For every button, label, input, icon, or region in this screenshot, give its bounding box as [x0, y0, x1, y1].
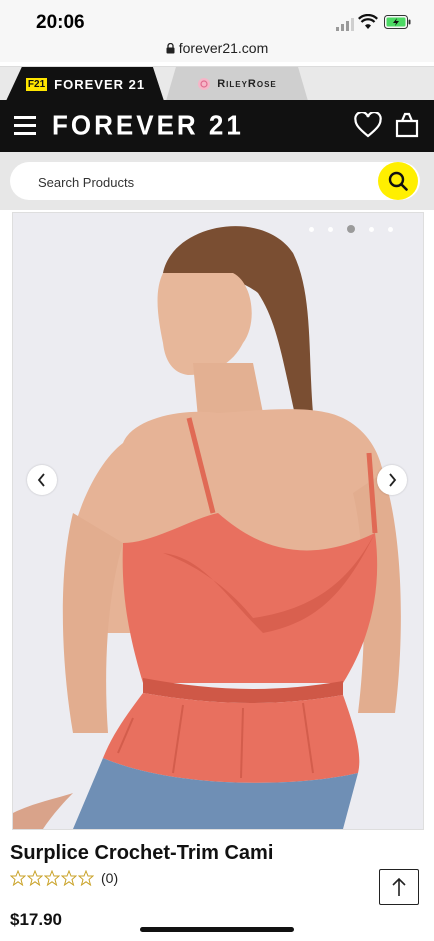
carousel-dot[interactable] [328, 226, 333, 232]
product-rating[interactable]: (0) [10, 870, 118, 886]
carousel-dot[interactable] [369, 226, 374, 232]
rating-count: (0) [101, 870, 119, 886]
search-button[interactable] [378, 162, 418, 200]
carousel-dot[interactable] [388, 226, 393, 232]
site-header: FOREVER 21 [0, 100, 434, 152]
chevron-left-icon [37, 473, 45, 487]
brand-tabs: F21 FOREVER 21 RileyRose [0, 66, 434, 101]
status-bar: 20:06 forever21.com [0, 0, 434, 62]
carousel-dot-active[interactable] [347, 225, 355, 233]
rose-icon [198, 78, 211, 90]
tab-rileyrose-label: RileyRose [217, 78, 277, 90]
product-image[interactable] [12, 212, 424, 830]
chevron-right-icon [389, 473, 397, 487]
star-icon [78, 870, 94, 886]
search-input[interactable] [36, 162, 370, 202]
site-logo[interactable]: FOREVER 21 [52, 109, 244, 142]
product-photo [13, 213, 423, 829]
previous-image-button[interactable] [27, 465, 57, 495]
next-image-button[interactable] [377, 465, 407, 495]
tab-forever21[interactable]: F21 FOREVER 21 [6, 67, 164, 101]
signal-icon [336, 18, 354, 31]
product-name: Surplice Crochet-Trim Cami [10, 842, 274, 864]
lock-icon [166, 43, 175, 54]
f21-badge: F21 [24, 76, 49, 92]
carousel-dot[interactable] [309, 226, 314, 232]
search-box [10, 162, 420, 202]
home-indicator [140, 927, 294, 932]
status-time: 20:06 [36, 12, 85, 33]
star-icon [61, 870, 77, 886]
tab-forever21-label: FOREVER 21 [54, 76, 146, 92]
star-icon [10, 870, 26, 886]
star-icon [44, 870, 60, 886]
search-icon [388, 171, 408, 191]
battery-icon [384, 15, 411, 29]
wifi-icon [358, 14, 378, 29]
heart-icon[interactable] [354, 112, 382, 138]
search-bar [0, 152, 434, 210]
bag-icon[interactable] [394, 112, 420, 138]
tab-rileyrose[interactable]: RileyRose [166, 67, 308, 101]
star-icon [27, 870, 43, 886]
carousel-dots [309, 225, 393, 233]
menu-icon[interactable] [14, 116, 36, 140]
arrow-up-icon [392, 877, 406, 896]
url-bar[interactable]: forever21.com [0, 40, 434, 56]
product-price: $17.90 [10, 910, 62, 929]
url-text: forever21.com [178, 40, 269, 56]
scroll-to-top-button[interactable] [379, 869, 419, 905]
